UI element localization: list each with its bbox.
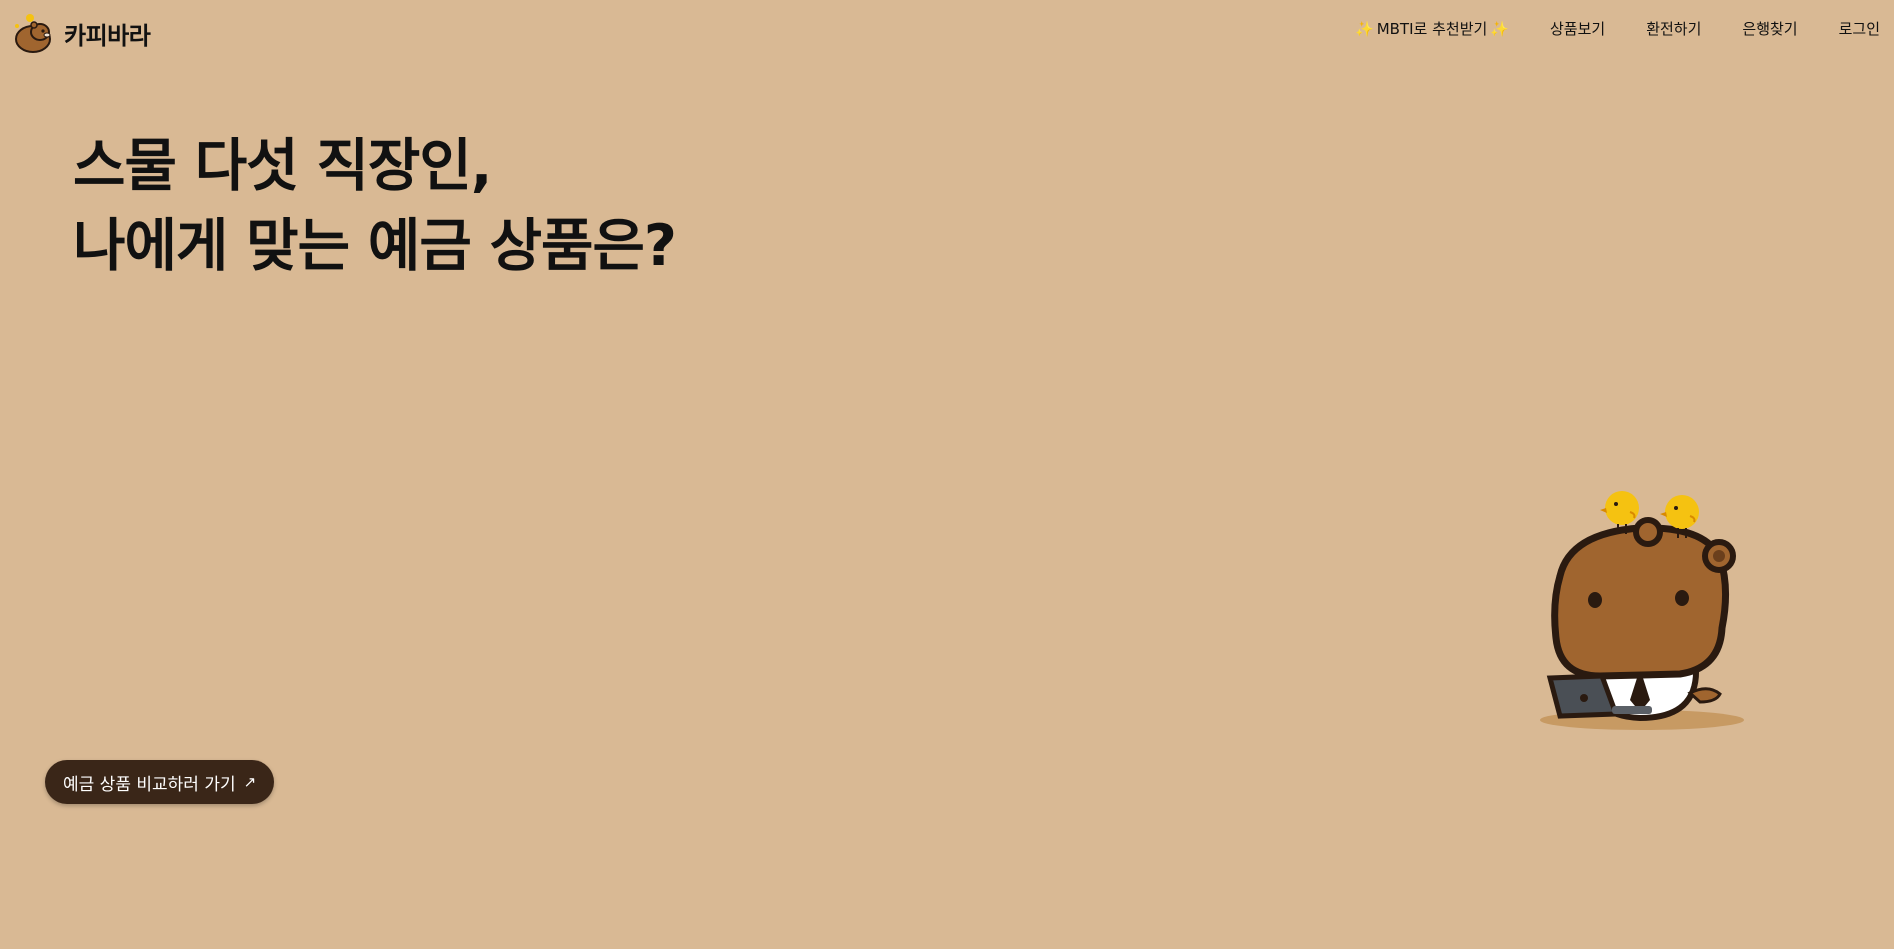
top-navigation-bar: 카피바라 ✨ MBTI로 추천받기 ✨ 상품보기 환전하기 은행찾기 로그인 bbox=[0, 0, 1894, 70]
arrow-up-right-icon: ↗ bbox=[243, 773, 257, 791]
main-nav: ✨ MBTI로 추천받기 ✨ 상품보기 환전하기 은행찾기 로그인 bbox=[1355, 18, 1880, 39]
nav-products[interactable]: 상품보기 bbox=[1550, 18, 1605, 39]
sparkle-icon: ✨ bbox=[1490, 19, 1509, 38]
brand-name: 카피바라 bbox=[64, 21, 151, 50]
capybara-office-worker-illustration bbox=[1540, 491, 1744, 730]
sparkle-icon: ✨ bbox=[1355, 19, 1374, 38]
cta-label: 예금 상품 비교하러 가기 bbox=[63, 774, 236, 795]
nav-login[interactable]: 로그인 bbox=[1839, 18, 1880, 39]
hero-line-1: 스물 다섯 직장인, bbox=[73, 133, 492, 199]
nav-bank-finder[interactable]: 은행찾기 bbox=[1742, 18, 1797, 39]
capybara-logo-icon bbox=[15, 14, 51, 53]
hero-headline: 스물 다섯 직장인, 나에게 맞는 예금 상품은? bbox=[73, 126, 677, 286]
brand-home-link[interactable]: 카피바라 bbox=[12, 12, 151, 54]
nav-mbti-label: MBTI로 추천받기 bbox=[1376, 20, 1488, 38]
nav-exchange[interactable]: 환전하기 bbox=[1646, 18, 1701, 39]
hero-line-2: 나에게 맞는 예금 상품은? bbox=[73, 213, 677, 279]
nav-mbti-recommend[interactable]: ✨ MBTI로 추천받기 ✨ bbox=[1355, 18, 1509, 39]
compare-deposits-button[interactable]: 예금 상품 비교하러 가기 ↗ bbox=[45, 760, 275, 804]
